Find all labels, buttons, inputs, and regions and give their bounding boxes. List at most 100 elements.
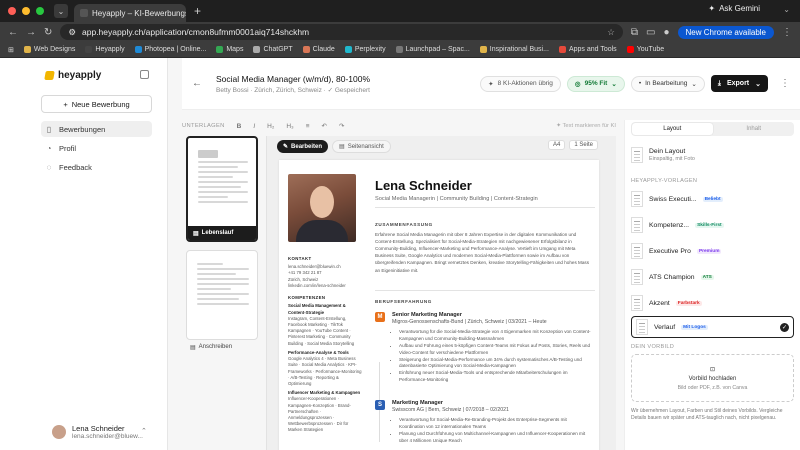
template-preview-icon	[636, 319, 648, 335]
close-window-button[interactable]	[8, 7, 16, 15]
new-tab-button[interactable]: +	[194, 4, 201, 18]
sidebar-item-feedback[interactable]: ◌ Feedback	[41, 159, 152, 175]
skill-group-text: Google Analytics 4 · Meta Business Suite…	[288, 356, 362, 386]
user-menu-chevron-icon[interactable]: ⌃	[141, 427, 147, 435]
omnibox[interactable]: ⚙ app.heyapply.ch/application/cmon8ufmm0…	[60, 24, 623, 40]
bookmark-item[interactable]: Heyapply	[85, 46, 125, 53]
template-option[interactable]: Executive Pro Premium	[631, 238, 794, 264]
back-arrow-icon[interactable]: ←	[192, 78, 202, 89]
bookmark-item[interactable]: Web Designs	[23, 46, 75, 53]
format-toolbar: UNTERLAGEN B I H₂ H₃ ≡ ↶ ↷ ✦ Text markie…	[182, 120, 616, 132]
upload-template-dropzone[interactable]: ⊡ Vorbild hochladen Bild oder PDF, z.B. …	[631, 354, 794, 402]
cv-thumbnail[interactable]: ▤ Lebenslauf	[186, 136, 258, 242]
bookmark-item[interactable]: Launchpad – Spac...	[395, 46, 470, 53]
page-view-button[interactable]: ▤ Seitenansicht	[332, 140, 391, 153]
template-option[interactable]: Akzent Farbstark	[631, 290, 794, 316]
side-panel-icon[interactable]: ▭	[646, 27, 655, 38]
upload-title: Vorbild hochladen	[688, 375, 737, 382]
own-layout-option[interactable]: Dein Layout Einspaltig, mit Foto	[631, 138, 794, 172]
bookmark-item[interactable]: Photopea | Online...	[134, 46, 206, 53]
template-option[interactable]: ATS Champion ATS	[631, 264, 794, 290]
forward-icon[interactable]: →	[26, 27, 36, 38]
edit-mode-label: Bearbeiten	[291, 143, 323, 150]
template-list: Swiss Executi... Beliebt Kompetenz... Skill…	[625, 186, 800, 338]
reload-icon[interactable]: ↻	[44, 27, 52, 38]
url-text: app.heyapply.ch/application/cmon8ufmm000…	[82, 27, 310, 37]
cover-letter-thumbnail[interactable]	[186, 250, 258, 340]
template-tag-badge: Farbstark	[675, 300, 702, 306]
cv-page[interactable]: KONTAKT lena.schneider@bluewin.ch +41 79…	[279, 160, 599, 450]
sidebar-item-profil[interactable]: ◔ Profil	[41, 140, 152, 156]
download-icon: ⤓	[717, 79, 721, 87]
bookmark-label: Heyapply	[95, 46, 125, 53]
bookmark-item[interactable]: Inspirational Busi...	[479, 46, 549, 53]
chevron-down-icon[interactable]: ⌄	[783, 5, 790, 14]
window-controls	[8, 7, 44, 15]
bookmark-item[interactable]: Claude	[302, 46, 335, 53]
cv-left-column: KONTAKT lena.schneider@bluewin.ch +41 79…	[288, 250, 362, 434]
job-bullet: Planung und Durchführung von Multichanne…	[399, 431, 593, 445]
job-bullets: Verantwortung für Social-Media-Re-Brandi…	[399, 417, 593, 445]
tab-inhalt[interactable]: Inhalt	[714, 122, 795, 136]
ask-gemini-button[interactable]: ✦ Ask Gemini	[708, 4, 760, 13]
contact-heading: KONTAKT	[288, 256, 312, 261]
sidebar-item-bewerbungen[interactable]: ▯ Bewerbungen	[41, 121, 152, 137]
edit-mode-button[interactable]: ✎ Bearbeiten	[277, 140, 329, 153]
heading3-button[interactable]: H₃	[286, 123, 293, 130]
cv-label: Lebenslauf	[201, 230, 234, 236]
minimize-window-button[interactable]	[22, 7, 30, 15]
bookmark-item[interactable]: Apps and Tools	[558, 46, 617, 53]
new-application-label: Neue Bewerbung	[71, 99, 130, 109]
tab-search-icon[interactable]: ⌄	[54, 4, 68, 18]
photo-face	[310, 186, 334, 218]
heading2-button[interactable]: H₂	[267, 123, 274, 130]
cover-letter-thumbnail-label: ▤ Anschreiben	[186, 344, 258, 351]
template-option[interactable]: Kompetenz... Skills-First	[631, 212, 794, 238]
bookmark-item[interactable]: YouTube	[626, 46, 664, 53]
status-label: In Bearbeitung	[645, 80, 688, 87]
more-options-icon[interactable]: ⋮	[780, 78, 790, 89]
bookmark-item[interactable]: Perplexity	[344, 46, 386, 53]
browser-tab[interactable]: Heyapply – KI-Bewerbungsh ✕	[74, 4, 186, 22]
italic-button[interactable]: I	[253, 123, 255, 130]
sidebar-item-label: Feedback	[59, 162, 92, 172]
list-button[interactable]: ≡	[306, 123, 310, 130]
apps-grid-icon[interactable]: ⊞	[8, 46, 14, 54]
export-button[interactable]: ⤓ Export ⌄	[710, 75, 768, 92]
ai-hint-text: Text markieren für KI	[562, 123, 616, 129]
site-info-icon[interactable]: ⚙	[68, 27, 76, 38]
redo-button[interactable]: ↷	[339, 122, 344, 130]
bookmark-item[interactable]: ChatGPT	[253, 46, 293, 53]
tab-layout[interactable]: Layout	[632, 123, 713, 135]
own-template-heading: DEIN VORBILD	[631, 344, 675, 350]
user-account[interactable]: Lena Schneider lena.schneider@bluew...	[52, 424, 143, 440]
cover-letter-label: Anschreiben	[198, 344, 233, 350]
template-option[interactable]: Swiss Executi... Beliebt	[631, 186, 794, 212]
zoom-window-button[interactable]	[36, 7, 44, 15]
job-title: Social Media Manager (w/m/d), 80-100%	[216, 73, 371, 84]
plus-icon: +	[63, 99, 68, 109]
bookmark-item[interactable]: Maps	[216, 46, 243, 53]
gemini-icon: ✦	[708, 4, 716, 13]
avatar	[52, 425, 66, 439]
template-name: Kompetenz...	[649, 221, 690, 229]
job-company: Swisscom AG | Bern, Schweiz | 07/2018 – …	[392, 407, 509, 413]
undo-button[interactable]: ↶	[322, 122, 327, 130]
extensions-icon[interactable]: ⧉	[631, 27, 638, 38]
bold-button[interactable]: B	[237, 123, 242, 130]
skill-group-text: Influencer-Kooperationen · Kampagnen-Kon…	[288, 396, 351, 433]
bookmark-star-icon[interactable]: ☆	[607, 27, 615, 38]
collapse-sidebar-icon[interactable]	[140, 70, 149, 79]
thumbnail-preview	[198, 150, 248, 206]
paper-size: A4	[547, 140, 566, 150]
bookmark-favicon-icon	[23, 46, 31, 53]
menu-icon[interactable]: ⋮	[782, 27, 792, 38]
fit-score-badge[interactable]: ◎ 95% Fit ⌄	[566, 75, 625, 92]
bookmark-favicon-icon	[253, 46, 261, 53]
back-icon[interactable]: ←	[8, 27, 18, 38]
new-application-button[interactable]: + Neue Bewerbung	[41, 95, 152, 113]
profile-avatar-icon[interactable]: ●	[663, 27, 669, 38]
template-option[interactable]: Verlauf Mit Logos ✓	[631, 316, 794, 338]
status-select[interactable]: • In Bearbeitung ⌄	[630, 75, 705, 92]
new-chrome-available-button[interactable]: New Chrome available	[677, 25, 774, 39]
